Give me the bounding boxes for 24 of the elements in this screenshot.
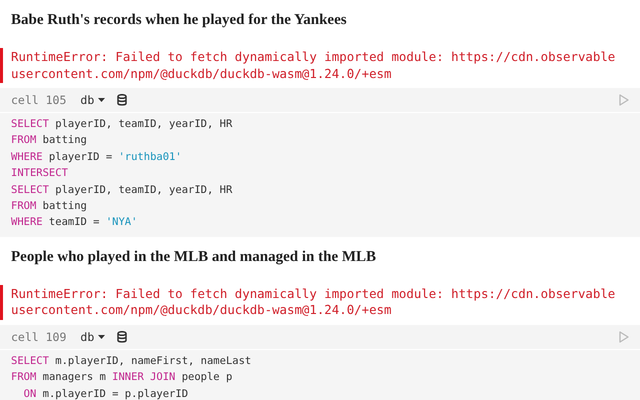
- code-line: SELECT m.playerID, nameFirst, nameLast: [11, 354, 252, 369]
- code-line: SELECT playerID, teamID, yearID, HR: [11, 117, 232, 132]
- caret-icon: [98, 98, 106, 102]
- error-message: RuntimeError: Failed to fetch dynamically imported module: https://cdn.observableusercontent.com/npm/@duckdb/duckdb-wasm@1.24.0/+esm: [11, 49, 616, 82]
- cell-label: cell 105: [11, 93, 66, 107]
- code-line: FROM batting: [11, 133, 87, 148]
- section-heading: People who played in the MLB and managed in the MLB: [10, 248, 378, 267]
- code-line: INTERSECT: [11, 166, 68, 182]
- caret-icon: [98, 334, 106, 339]
- source-dropdown[interactable]: db: [80, 330, 106, 344]
- code-line: FROM managers m INNER JOIN people p: [11, 370, 232, 386]
- cell-label: cell 109: [11, 330, 66, 344]
- source-dropdown[interactable]: db: [80, 93, 106, 107]
- code-line: ON m.playerID = p.playerID: [22, 386, 188, 400]
- database-icon[interactable]: [117, 330, 128, 343]
- code-line: WHERE playerID = 'ruthba01': [11, 150, 182, 165]
- code-line: FROM batting: [11, 199, 87, 214]
- error-message: RuntimeError: Failed to fetch dynamically imported module: https://cdn.observableusercontent.com/npm/@duckdb/duckdb-wasm@1.24.0/+esm: [11, 286, 616, 319]
- database-icon[interactable]: [117, 94, 128, 106]
- code-editor[interactable]: SELECT playerID, teamID, yearID, HR FROM batting WHERE playerID = 'ruthba01' INTERSECT SELECT playerID, teamID, yearID, HR FROM batting WHERE teamID = 'NYA': [0, 113, 640, 237]
- section-heading: Babe Ruth's records when he played for the Yankees: [10, 11, 348, 30]
- code-line: SELECT playerID, teamID, yearID, HR: [11, 182, 232, 198]
- code-editor[interactable]: SELECT m.playerID, nameFirst, nameLast FROM managers m INNER JOIN people p ON m.playerID = p.playerID: [0, 350, 640, 400]
- code-line: WHERE teamID = 'NYA': [11, 215, 138, 230]
